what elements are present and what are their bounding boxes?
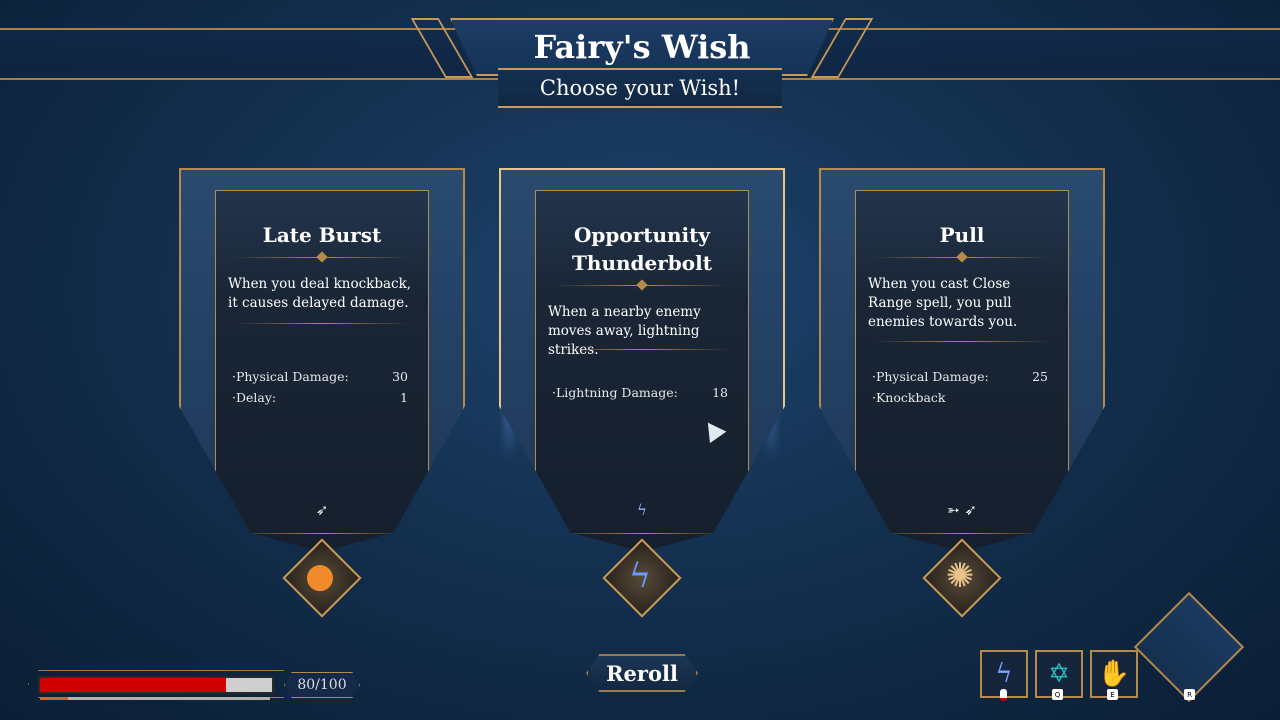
card-divider <box>554 349 730 350</box>
stat-label: ·Lightning Damage: <box>552 385 678 400</box>
reroll-button[interactable]: Reroll <box>586 654 698 692</box>
skill-key-q: Q <box>1052 689 1063 700</box>
divider-notch <box>316 251 328 263</box>
page-title: Fairy's Wish <box>533 28 751 66</box>
page-subtitle: Choose your Wish! <box>539 76 741 100</box>
card-description: When a nearby enemy moves away, lightnin… <box>548 304 701 358</box>
dash-wind-icons: ➳ ➶ <box>947 501 977 519</box>
skill-key-e: E <box>1107 689 1118 700</box>
vortex-icon: ✺ <box>945 556 975 596</box>
card-title: Late Burst <box>262 223 382 247</box>
card-title: Pull <box>939 223 985 247</box>
card-panel: Opportunity Thunderbolt When a nearby en… <box>535 190 749 550</box>
stat-row: ·Physical Damage: 25 <box>872 369 1048 384</box>
stat-label: ·Physical Damage: <box>872 369 989 384</box>
wish-card-late-burst[interactable]: Late Burst When you deal knockback, it c… <box>179 168 465 552</box>
stat-label: ·Physical Damage: <box>232 369 349 384</box>
stat-row: ·Delay: 1 <box>232 390 408 405</box>
card-divider <box>234 323 410 324</box>
stat-value: 30 <box>392 369 408 384</box>
stat-value: 18 <box>712 385 728 400</box>
card-description: When you deal knockback, it causes delay… <box>228 276 412 311</box>
skill-key-r: R <box>1184 689 1195 700</box>
card-divider <box>234 533 410 534</box>
card-divider <box>874 533 1050 534</box>
signature-skill-slot[interactable] <box>1133 591 1245 703</box>
stat-row: ·Physical Damage: 30 <box>232 369 408 384</box>
lightning-icon: ϟ <box>637 501 647 519</box>
wind-icon: ➶ <box>315 501 329 519</box>
card-description: When you cast Close Range spell, you pul… <box>868 276 1018 330</box>
divider-notch <box>956 251 968 263</box>
health-bar: 80/100 <box>22 670 360 698</box>
health-bar-track <box>38 676 274 694</box>
experience-bar <box>40 697 270 700</box>
card-panel: Late Burst When you deal knockback, it c… <box>215 190 429 550</box>
health-value: 80/100 <box>284 672 360 698</box>
health-bar-fill <box>40 678 226 692</box>
stat-label: ·Delay: <box>232 390 277 405</box>
stat-label: ·Knockback <box>872 390 946 405</box>
stat-row: ·Lightning Damage: 18 <box>552 385 728 400</box>
card-title: Opportunity Thunderbolt <box>572 223 712 275</box>
bomb-icon: ● <box>305 556 335 596</box>
stat-value: 1 <box>400 390 408 405</box>
card-divider <box>554 533 730 534</box>
subtitle-plate: Choose your Wish! <box>498 68 782 108</box>
mouse-button-icon <box>998 688 1009 701</box>
lightning-icon: ϟ <box>628 556 652 596</box>
wish-card-opportunity-thunderbolt[interactable]: Opportunity Thunderbolt When a nearby en… <box>499 168 785 552</box>
stat-value: 25 <box>1032 369 1048 384</box>
divider-notch <box>636 279 648 291</box>
card-panel: Pull When you cast Close Range spell, yo… <box>855 190 1069 550</box>
wish-card-pull[interactable]: Pull When you cast Close Range spell, yo… <box>819 168 1105 552</box>
card-divider <box>874 341 1050 342</box>
experience-bar-fill <box>40 697 68 700</box>
stat-row: ·Knockback <box>872 390 1048 405</box>
